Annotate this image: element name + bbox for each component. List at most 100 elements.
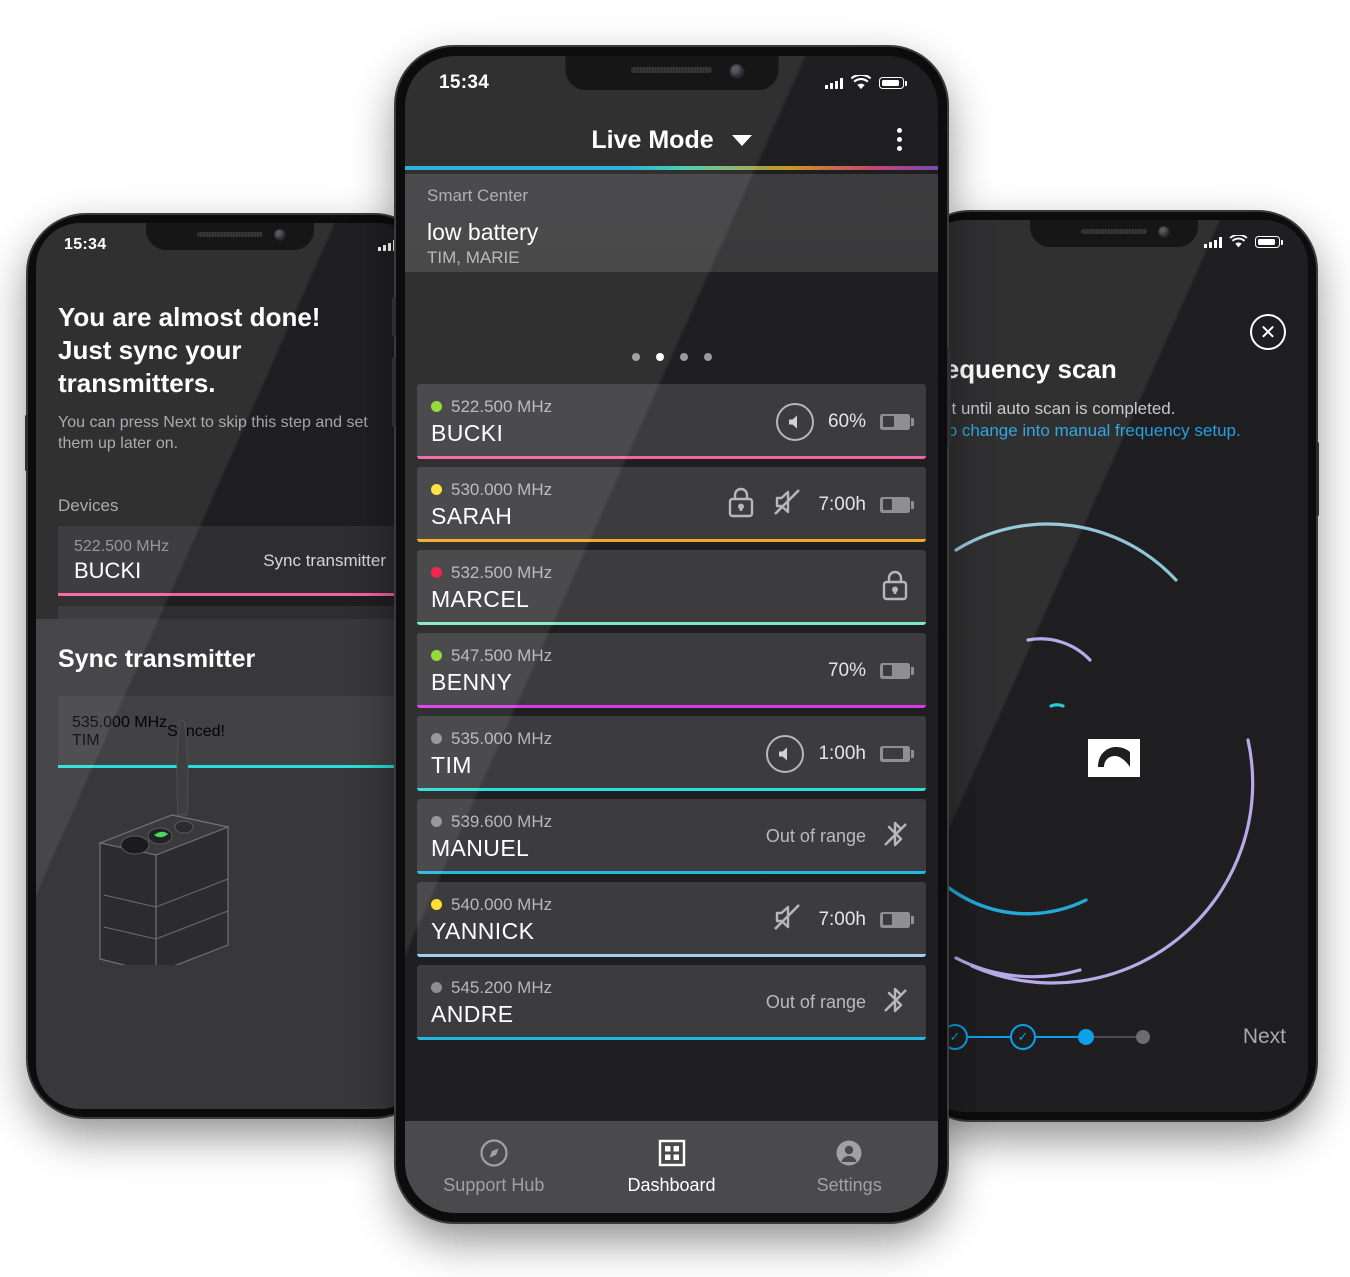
speaker-muted-icon[interactable]	[770, 485, 804, 524]
device-row[interactable]: 532.500 MHz MARCEL	[417, 550, 926, 625]
account-icon	[836, 1140, 862, 1166]
right-phone-notch	[1030, 220, 1198, 247]
manual-setup-link[interactable]: also change into manual frequency setup.	[920, 419, 1308, 441]
step-connector	[968, 1035, 1010, 1039]
cellular-bars-icon	[378, 239, 396, 251]
device-row[interactable]: 540.000 MHz YANNICK 7:00h	[417, 882, 926, 957]
left-headline-line2: Just sync your transmitters.	[58, 334, 242, 398]
left-phone-device: 15:34 You are almost done! Just sync you…	[25, 215, 432, 1117]
lock-icon	[729, 487, 754, 518]
device-color-underline	[58, 593, 402, 597]
device-frequency: 532.500 MHz	[451, 562, 553, 582]
earpiece-speaker-icon	[1081, 229, 1147, 234]
right-phone-screen: ✕ frequency scan wait until auto scan is…	[920, 220, 1308, 1112]
battery-status-text: 7:00h	[818, 493, 866, 515]
battery-status-text: 1:00h	[818, 742, 866, 764]
device-row[interactable]: 545.200 MHz ANDRE Out of range	[417, 965, 926, 1040]
step-pending-dot[interactable]	[1136, 1030, 1150, 1044]
smart-center-subtitle: TIM, MARIE	[427, 248, 520, 267]
device-row[interactable]: 539.600 MHz MANUEL Out of range	[417, 799, 926, 874]
page-dot[interactable]	[631, 353, 640, 361]
speaker-muted-icon	[774, 489, 801, 515]
left-section-label: Devices	[58, 496, 119, 516]
device-frequency: 539.600 MHz	[451, 811, 553, 831]
carousel-page-dots[interactable]	[405, 353, 938, 361]
power-button[interactable]	[947, 347, 951, 447]
speaker-on-icon[interactable]	[766, 734, 805, 773]
out-of-range-text: Out of range	[765, 826, 866, 846]
device-color-underline	[417, 954, 926, 957]
page-dot[interactable]	[703, 353, 712, 361]
left-phone-volume-button[interactable]	[25, 415, 28, 471]
front-camera-icon	[729, 64, 744, 79]
smart-center-headline: low battery	[427, 219, 539, 245]
tab-label: Dashboard	[627, 1175, 716, 1195]
status-led-icon	[431, 650, 442, 661]
smart-center-card[interactable]: Smart Center low battery TIM, MARIE	[405, 174, 938, 272]
page-dot-active[interactable]	[655, 353, 664, 361]
sync-transmitter-action[interactable]: Sync transmitter	[263, 551, 386, 571]
bottom-tab-bar: Support Hub Dashboard Settings	[405, 1121, 938, 1213]
navigation-title-bar[interactable]: Live Mode	[405, 115, 938, 165]
status-led-icon	[431, 484, 442, 495]
tab-dashboard[interactable]: Dashboard	[583, 1138, 761, 1196]
tab-settings[interactable]: Settings	[760, 1138, 938, 1196]
device-name: MARCEL	[431, 585, 530, 612]
step-connector	[1094, 1035, 1136, 1039]
device-row[interactable]: 522.500 MHz BUCKI 60%	[417, 384, 926, 459]
device-list: 522.500 MHz BUCKI 60% 530.000 MHz SARAH 7:00h…	[405, 384, 938, 1121]
speaker-muted-icon[interactable]	[770, 900, 804, 939]
device-color-underline	[417, 788, 926, 791]
battery-icon	[880, 662, 914, 679]
battery-icon	[880, 911, 914, 928]
speaker-on-icon[interactable]	[775, 402, 814, 441]
status-led-icon	[431, 733, 442, 744]
lock-icon[interactable]	[726, 486, 756, 523]
earpiece-speaker-icon	[197, 232, 263, 237]
close-icon[interactable]: ✕	[1250, 314, 1286, 350]
compass-icon	[480, 1139, 508, 1167]
status-time: 15:34	[439, 72, 490, 93]
page-dot[interactable]	[679, 353, 688, 361]
battery-icon	[880, 745, 914, 762]
onboarding-stepper: ✓ ✓ Next	[920, 1014, 1308, 1060]
lock-icon[interactable]	[880, 569, 910, 606]
step-complete-icon[interactable]: ✓	[1010, 1024, 1036, 1050]
device-color-underline	[417, 871, 926, 874]
next-button[interactable]: Next	[1243, 1025, 1286, 1049]
status-led-icon	[431, 982, 442, 993]
volume-up-button[interactable]	[392, 297, 396, 337]
device-color-underline	[417, 622, 926, 625]
left-device-row[interactable]: 522.500 MHz BUCKI Sync transmitter	[58, 526, 402, 597]
device-name: BUCKI	[74, 558, 142, 584]
bluetooth-off-icon	[884, 821, 907, 847]
device-row[interactable]: 535.000 MHz TIM 1:00h	[417, 716, 926, 791]
step-connector	[1036, 1035, 1078, 1039]
screenshot-stage: 15:34 You are almost done! Just sync you…	[0, 0, 1350, 1277]
device-row[interactable]: 530.000 MHz SARAH 7:00h	[417, 467, 926, 542]
status-led-icon	[431, 816, 442, 827]
chevron-down-icon[interactable]	[731, 134, 752, 146]
sync-transmitter-sheet: Sync transmitter 535.000 MHz TIM Synced!	[36, 619, 424, 1109]
step-current-dot[interactable]	[1078, 1029, 1094, 1045]
device-row[interactable]: 547.500 MHz BENNY 70%	[417, 633, 926, 708]
status-time: 15:34	[64, 236, 107, 253]
center-phone-device: 15:34 Live Mode Smart Center low battery…	[392, 47, 951, 1222]
right-phone-power-button[interactable]	[1316, 442, 1319, 516]
wifi-icon	[850, 75, 872, 90]
sheet-title: Sync transmitter	[58, 645, 256, 673]
out-of-range-text: Out of range	[765, 992, 866, 1012]
volume-down-button[interactable]	[392, 357, 396, 427]
status-led-icon	[431, 567, 442, 578]
device-name: YANNICK	[431, 917, 535, 944]
device-frequency: 522.500 MHz	[451, 396, 553, 416]
sennheiser-logo	[1088, 739, 1140, 777]
wifi-icon	[1229, 235, 1248, 248]
tab-support-hub[interactable]: Support Hub	[405, 1138, 583, 1196]
grid-icon	[658, 1139, 685, 1167]
center-phone-screen: 15:34 Live Mode Smart Center low battery…	[405, 56, 938, 1213]
earpiece-speaker-icon	[631, 67, 712, 73]
device-frequency: 547.500 MHz	[451, 645, 553, 665]
battery-status-text: 70%	[827, 659, 866, 681]
kebab-menu-icon[interactable]	[897, 128, 902, 151]
